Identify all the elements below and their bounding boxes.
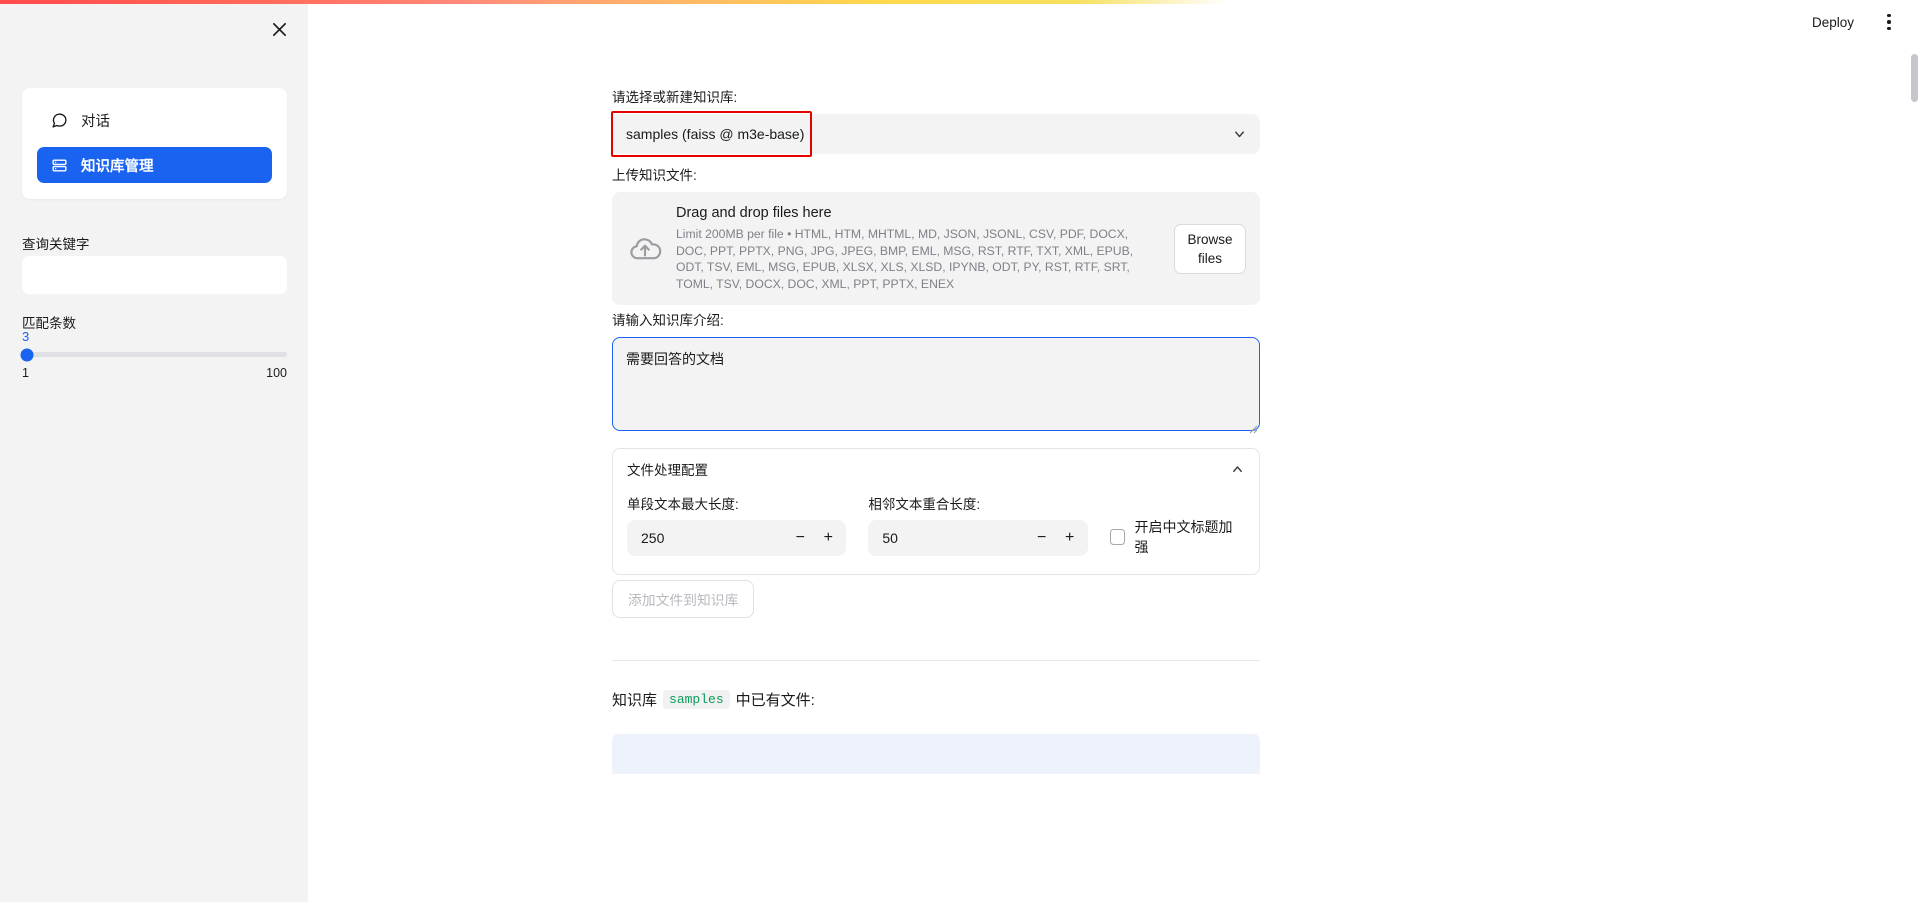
chunk-overlap-label: 相邻文本重合长度: bbox=[868, 497, 981, 512]
search-keyword-label: 查询关键字 bbox=[22, 237, 90, 252]
sidebar-item-label-knowledge-base: 知识库管理 bbox=[81, 158, 154, 175]
kb-select[interactable]: samples (faiss @ m3e-base) bbox=[612, 114, 1260, 154]
existing-files-heading: 知识库 samples 中已有文件: bbox=[612, 689, 1260, 710]
upload-texts: Drag and drop files here Limit 200MB per… bbox=[676, 205, 1160, 292]
deploy-button[interactable]: Deploy bbox=[1806, 11, 1860, 34]
existing-files-prefix: 知识库 bbox=[612, 692, 658, 709]
chunk-size-group: 单段文本最大长度: 250 − + bbox=[627, 493, 847, 556]
section-divider bbox=[612, 660, 1260, 661]
file-config-group: 文件处理配置 单段文本最大长度: 250 − + 相邻文本重合长度: 50 − … bbox=[612, 448, 1260, 575]
app-header: Deploy bbox=[308, 0, 1920, 44]
chunk-size-label: 单段文本最大长度: bbox=[627, 497, 739, 512]
section-divider-wrap bbox=[612, 660, 1260, 661]
chunk-overlap-increment-button[interactable]: + bbox=[1057, 524, 1083, 552]
chunk-overlap-buttons: − + bbox=[1029, 524, 1083, 552]
chunk-overlap-value: 50 bbox=[882, 530, 898, 546]
match-count-slider-track[interactable] bbox=[20, 348, 287, 361]
chunk-overlap-decrement-button[interactable]: − bbox=[1029, 524, 1055, 552]
sidebar-item-label-chat: 对话 bbox=[81, 113, 110, 130]
kb-select-value: samples (faiss @ m3e-base) bbox=[626, 126, 805, 142]
add-files-to-kb-button[interactable]: 添加文件到知识库 bbox=[612, 580, 755, 618]
chat-bubble-icon bbox=[52, 113, 67, 128]
list-rows-icon bbox=[52, 159, 67, 171]
match-count-max: 100 bbox=[266, 366, 287, 380]
kebab-dot-1 bbox=[1887, 13, 1891, 18]
sidebar: 对话 知识库管理 查询关键字 匹配条数 3 1 100 bbox=[0, 0, 308, 902]
match-count-slider-thumb[interactable] bbox=[20, 348, 34, 361]
chunk-size-increment-button[interactable]: + bbox=[815, 524, 841, 552]
file-config-header[interactable]: 文件处理配置 bbox=[613, 449, 1259, 489]
kb-select-row: samples (faiss @ m3e-base) bbox=[611, 111, 1260, 157]
zh-title-enhance-group: 开启中文标题加强 bbox=[1109, 517, 1245, 557]
chunk-overlap-group: 相邻文本重合长度: 50 − + bbox=[868, 493, 1088, 556]
chevron-up-icon bbox=[1233, 465, 1242, 472]
file-config-body: 单段文本最大长度: 250 − + 相邻文本重合长度: 50 − + 开启中文标… bbox=[613, 489, 1259, 574]
file-dropzone[interactable]: Drag and drop files here Limit 200MB per… bbox=[612, 192, 1260, 305]
existing-files-kb-name: samples bbox=[663, 690, 730, 709]
sidebar-item-knowledge-base[interactable]: 知识库管理 bbox=[37, 147, 272, 183]
chunk-size-decrement-button[interactable]: − bbox=[787, 524, 813, 552]
cloud-upload-icon bbox=[630, 237, 662, 259]
browse-files-button[interactable]: Browse files bbox=[1174, 223, 1246, 274]
file-config-row: 单段文本最大长度: 250 − + 相邻文本重合长度: 50 − + 开启中文标… bbox=[627, 493, 1245, 556]
sidebar-item-chat[interactable]: 对话 bbox=[37, 102, 272, 138]
kb-select-group: 请选择或新建知识库: samples (faiss @ m3e-base) bbox=[611, 89, 1260, 157]
kb-intro-group: 请输入知识库介绍: bbox=[612, 312, 1260, 436]
sidebar-nav-card: 对话 知识库管理 bbox=[22, 88, 287, 199]
match-count-slider-bounds: 1 100 bbox=[22, 366, 287, 380]
sidebar-close-button[interactable] bbox=[262, 12, 296, 46]
match-count-value: 3 bbox=[22, 329, 30, 344]
upload-limits: Limit 200MB per file • HTML, HTM, MHTML,… bbox=[676, 227, 1134, 291]
kb-select-label: 请选择或新建知识库: bbox=[612, 90, 738, 105]
search-keyword-input[interactable] bbox=[22, 256, 287, 294]
kb-intro-label: 请输入知识库介绍: bbox=[612, 313, 724, 328]
existing-files-table-wrap bbox=[612, 734, 1260, 774]
kb-intro-wrap bbox=[612, 337, 1260, 436]
top-accent-gradient bbox=[0, 0, 1920, 4]
file-config-title: 文件处理配置 bbox=[627, 463, 708, 478]
file-config-expander: 文件处理配置 单段文本最大长度: 250 − + 相邻文本重合长度: 50 − … bbox=[612, 448, 1260, 575]
kb-intro-textarea[interactable] bbox=[612, 337, 1260, 431]
existing-files-suffix: 中已有文件: bbox=[735, 692, 815, 709]
chunk-size-buttons: − + bbox=[787, 524, 841, 552]
upload-title: Drag and drop files here bbox=[676, 205, 832, 221]
match-count-slider-wrap: 3 1 100 bbox=[20, 329, 287, 380]
zh-title-enhance-checkbox[interactable] bbox=[1109, 529, 1126, 545]
main-scrollbar-thumb[interactable] bbox=[1911, 54, 1918, 102]
close-icon bbox=[272, 22, 286, 36]
existing-files-group: 知识库 samples 中已有文件: bbox=[612, 689, 1260, 710]
zh-title-enhance-label[interactable]: 开启中文标题加强 bbox=[1134, 517, 1245, 557]
app-root: 对话 知识库管理 查询关键字 匹配条数 3 1 100 Deploy 请选择或新… bbox=[0, 0, 1920, 902]
chunk-overlap-stepper[interactable]: 50 − + bbox=[868, 520, 1088, 556]
kebab-menu-icon[interactable] bbox=[1876, 9, 1902, 35]
main-content: 请选择或新建知识库: samples (faiss @ m3e-base) 上传… bbox=[308, 44, 1920, 902]
add-files-group: 添加文件到知识库 bbox=[612, 580, 1260, 618]
upload-group: 上传知识文件: Drag and drop files here Limit 2… bbox=[612, 167, 1260, 305]
chevron-down-icon bbox=[1235, 131, 1244, 138]
kebab-dot-2 bbox=[1887, 20, 1891, 24]
existing-files-table-header bbox=[612, 734, 1260, 774]
match-count-min: 1 bbox=[22, 366, 29, 380]
main-scrollbar-track[interactable] bbox=[1909, 44, 1920, 902]
chunk-size-value: 250 bbox=[641, 530, 665, 546]
chunk-size-stepper[interactable]: 250 − + bbox=[627, 520, 847, 556]
upload-label: 上传知识文件: bbox=[612, 168, 697, 183]
kebab-dot-3 bbox=[1887, 26, 1891, 31]
